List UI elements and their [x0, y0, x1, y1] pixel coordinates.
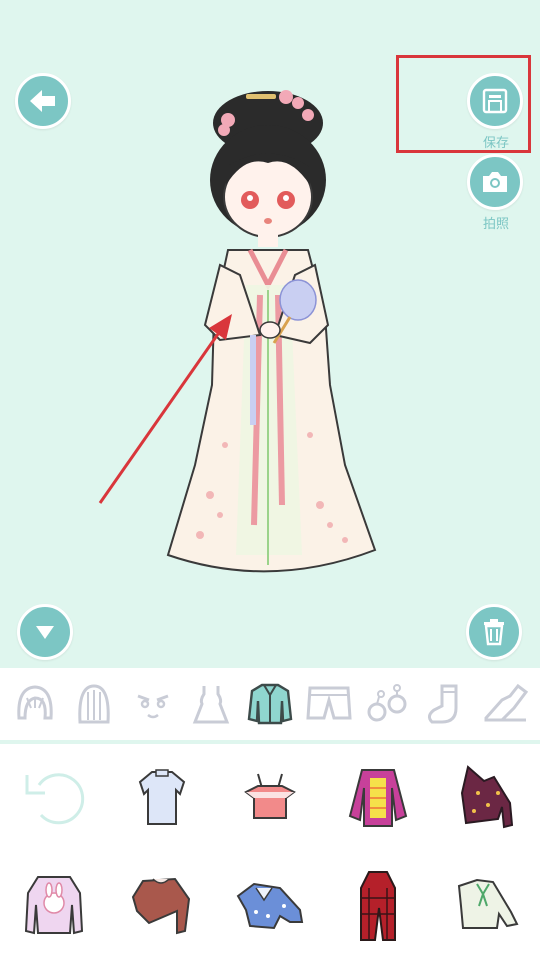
blue-floral-top-icon — [236, 882, 304, 930]
arrow-left-icon — [30, 90, 55, 112]
dress-up-stage: 保存 拍照 — [0, 0, 540, 668]
clothing-item[interactable] — [324, 744, 432, 852]
jacket-icon — [247, 683, 293, 725]
category-bar — [0, 668, 540, 740]
save-label: 保存 — [482, 135, 509, 150]
character-figure — [166, 90, 377, 573]
trash-icon — [484, 619, 504, 646]
category-top[interactable] — [245, 679, 295, 729]
undo-icon — [25, 773, 85, 825]
red-plaid-coat-icon — [360, 871, 396, 941]
sock-icon — [427, 684, 458, 724]
save-button[interactable] — [467, 73, 523, 129]
star-jacket-icon — [460, 765, 514, 829]
hair-long-icon — [78, 684, 110, 724]
clothing-item[interactable] — [108, 744, 216, 852]
collapse-button[interactable] — [17, 604, 73, 660]
category-hair-front[interactable] — [10, 679, 60, 729]
dress-icon — [193, 686, 230, 724]
category-accessory[interactable] — [362, 679, 412, 729]
camera-button[interactable] — [467, 154, 523, 210]
undo-item[interactable] — [0, 744, 108, 852]
shorts-icon — [306, 686, 352, 720]
clothing-item[interactable] — [108, 852, 216, 960]
pink-camisole-icon — [244, 773, 296, 819]
camera-label: 拍照 — [482, 216, 509, 231]
category-hair-back[interactable] — [69, 679, 119, 729]
hair-bangs-icon — [17, 685, 54, 720]
clothing-item[interactable] — [432, 852, 540, 960]
trash-button[interactable] — [466, 604, 522, 660]
save-icon — [482, 88, 508, 114]
bunny-sweater-icon — [24, 876, 84, 935]
earrings-icon — [367, 684, 407, 722]
clothing-item[interactable] — [216, 852, 324, 960]
category-dress[interactable] — [186, 679, 236, 729]
back-button[interactable] — [15, 73, 71, 129]
category-bottom[interactable] — [304, 679, 354, 729]
triangle-down-icon — [36, 626, 54, 639]
brown-sweater-icon — [131, 877, 191, 935]
striped-jacket-icon — [348, 769, 408, 827]
clothing-item[interactable] — [216, 744, 324, 852]
face-expression-icon — [137, 694, 169, 719]
category-shoes[interactable] — [480, 679, 530, 729]
category-face[interactable] — [128, 679, 178, 729]
clothing-item[interactable] — [0, 852, 108, 960]
bow-blouse-icon — [457, 878, 519, 929]
clothing-item[interactable] — [324, 852, 432, 960]
category-socks[interactable] — [421, 679, 471, 729]
shoe-icon — [484, 683, 528, 722]
blue-shirt-icon — [138, 769, 186, 825]
clothing-grid — [0, 744, 540, 960]
clothing-item[interactable] — [432, 744, 540, 852]
camera-icon — [483, 172, 507, 192]
round-fan — [279, 279, 317, 321]
